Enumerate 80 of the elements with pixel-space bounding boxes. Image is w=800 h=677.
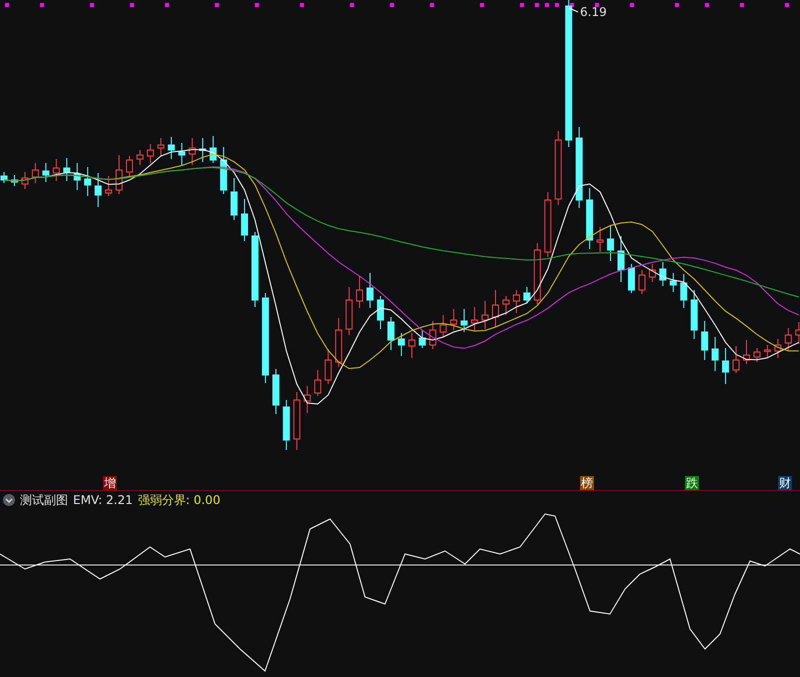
candlestick [74,162,81,190]
candlestick [21,172,28,190]
candlestick [188,138,196,166]
candlestick [460,308,468,332]
collapse-icon[interactable] [3,494,15,506]
candlestick [126,156,133,178]
candlestick [618,236,624,282]
candlestick [523,286,530,304]
candlestick [482,300,489,330]
candlestick [272,368,280,414]
candlestick [356,276,364,308]
candlestick [440,314,447,338]
candlestick [32,162,39,184]
candlestick [512,290,520,314]
candlestick [42,162,50,182]
candlestick [282,400,290,450]
threshold-label: 强弱分界: 0.00 [138,492,220,508]
candlestick [638,270,646,294]
candlestick [105,176,112,196]
candlestick [742,340,750,364]
candlestick [753,348,760,362]
candlestick [774,338,782,358]
candlestick [116,154,123,194]
candlestick [544,192,552,258]
candlestick [168,136,175,160]
candlestick [784,328,792,352]
candlestick [534,242,541,304]
candlestick [492,290,499,328]
indicator-title: 测试副图 [20,492,68,508]
candlestick [346,286,353,336]
candlestick [450,308,458,330]
candlestick [241,198,248,242]
candlestick [10,174,18,186]
candlestick [366,272,374,308]
candlestick [712,336,719,372]
candlestick [376,296,384,330]
candlestick [178,142,186,166]
candlestick [314,370,322,396]
candlestick [324,348,332,384]
candlestick [220,146,228,194]
candlestick [157,138,164,156]
candlestick [680,274,688,308]
candlestick [146,144,154,164]
candlestick [304,386,311,414]
candlestick [52,158,60,182]
candlestick [628,264,635,294]
candlestick [732,346,740,374]
candlestick [722,348,730,384]
candlestick [335,318,342,368]
candlestick [136,150,144,166]
emv-value-label: EMV: 2.21 [73,493,133,507]
event-marker[interactable]: 增 [103,476,117,490]
candlestick [659,262,666,286]
candlestick [84,166,92,196]
candlestick [199,138,206,162]
high-price-label: 6.19 [580,5,607,19]
candlestick [398,332,405,356]
candlestick [408,332,416,358]
candlestick [607,224,614,262]
candlestick [210,136,217,164]
event-marker[interactable]: 跌 [685,476,699,490]
candlestick [293,392,300,450]
candlestick [690,290,698,340]
candlestick [0,172,8,184]
event-marker[interactable]: 财 [778,476,792,490]
event-marker[interactable]: 榜 [580,476,594,490]
candlestick [502,296,510,316]
candlestick [94,172,102,208]
candlestick [670,272,677,292]
candlestick [596,226,604,252]
candlestick [230,178,238,220]
candlestick [764,344,771,358]
candlestick [63,158,70,182]
candlestick [586,188,594,250]
candlestick [418,330,426,348]
candlestick [387,316,394,350]
candlestick [648,264,656,282]
candlestick [429,320,436,350]
candlestick [471,306,478,332]
candlestick [701,320,708,360]
